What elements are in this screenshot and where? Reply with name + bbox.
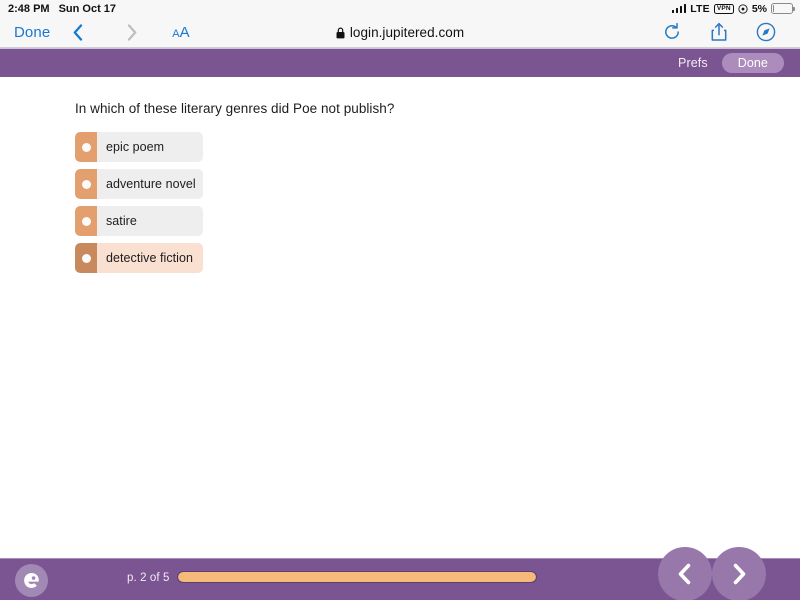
chevron-right-icon <box>128 23 137 41</box>
share-button[interactable] <box>709 22 729 42</box>
radio-dot-icon <box>81 179 91 189</box>
answer-option-marker <box>75 206 97 236</box>
quiz-body: In which of these literary genres did Po… <box>0 77 800 558</box>
address-bar-content[interactable]: login.jupitered.com <box>336 25 464 40</box>
network-type-label: LTE <box>690 2 710 15</box>
browser-toolbar-right <box>662 22 800 42</box>
status-bar-right: LTE VPN 5% <box>671 2 800 15</box>
jupitered-logo[interactable] <box>15 564 48 597</box>
chevron-right-icon <box>733 563 746 585</box>
lock-icon <box>336 27 345 38</box>
safari-tabs-button[interactable] <box>756 22 776 42</box>
text-size-button[interactable]: A A <box>172 24 189 41</box>
progress-bar-fill <box>178 572 536 582</box>
radio-dot-icon <box>81 216 91 226</box>
ios-status-bar: 2:48 PM Sun Oct 17 LTE VPN 5% <box>0 0 800 17</box>
safari-compass-icon <box>756 22 776 42</box>
battery-icon <box>771 3 795 14</box>
answer-option-selected[interactable]: detective fiction <box>75 243 203 273</box>
radio-dot-icon <box>81 253 91 263</box>
next-page-button[interactable] <box>712 547 766 600</box>
reload-icon <box>665 22 679 39</box>
vpn-badge-icon: VPN <box>713 3 734 14</box>
prefs-button[interactable]: Prefs <box>678 56 708 70</box>
answer-option[interactable]: adventure novel <box>75 169 203 199</box>
reload-button[interactable] <box>662 22 682 42</box>
text-size-small-a: A <box>172 27 180 40</box>
answer-option-label: detective fiction <box>106 251 194 265</box>
location-icon <box>738 3 748 14</box>
signal-bars-icon <box>671 4 687 13</box>
jupitered-e-logo-icon <box>24 573 39 588</box>
share-icon <box>711 22 727 41</box>
app-header-bar: Prefs Done <box>0 48 800 77</box>
browser-toolbar: Done A A login.jupitered.com <box>0 17 800 48</box>
page-indicator: p. 2 of 5 <box>127 572 170 584</box>
answer-option-marker <box>75 132 97 162</box>
answer-option-marker <box>75 243 97 273</box>
back-button[interactable] <box>60 23 96 41</box>
status-bar-left: 2:48 PM Sun Oct 17 <box>0 3 116 15</box>
status-bar-date: Sun Oct 17 <box>58 2 117 15</box>
answer-option[interactable]: epic poem <box>75 132 203 162</box>
screen: 2:48 PM Sun Oct 17 LTE VPN 5% Done A A l… <box>0 0 800 600</box>
app-done-button[interactable]: Done <box>721 53 784 73</box>
chevron-left-icon <box>678 563 691 585</box>
text-size-large-a: A <box>179 23 190 41</box>
answer-option-label: epic poem <box>106 140 165 154</box>
forward-button <box>114 23 150 41</box>
chevron-left-icon <box>73 23 83 41</box>
answer-option-marker <box>75 169 97 199</box>
url-text: login.jupitered.com <box>349 25 465 40</box>
radio-dot-icon <box>81 142 91 152</box>
browser-done-button[interactable]: Done <box>0 24 50 41</box>
battery-percent-label: 5% <box>751 2 767 15</box>
progress-bar <box>177 571 537 583</box>
answer-option-label: satire <box>106 214 137 228</box>
question-text: In which of these literary genres did Po… <box>75 101 395 116</box>
answer-option[interactable]: satire <box>75 206 203 236</box>
previous-page-button[interactable] <box>658 547 712 600</box>
status-bar-time: 2:48 PM <box>8 2 50 15</box>
answer-option-label: adventure novel <box>106 177 196 191</box>
answer-options-list: epic poem adventure novel satire detecti… <box>75 132 203 280</box>
